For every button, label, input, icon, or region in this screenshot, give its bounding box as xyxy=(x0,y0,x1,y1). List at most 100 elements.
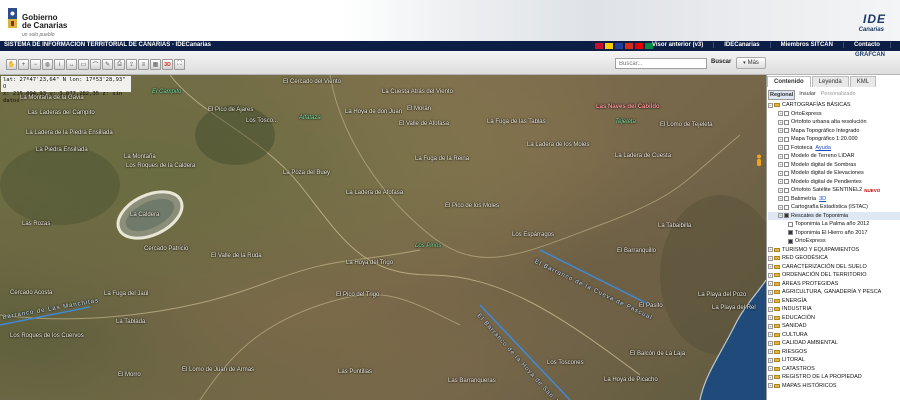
tree-folder[interactable]: + ÁREAS PROTEGIDAS xyxy=(768,280,900,289)
nav-link[interactable]: Miembros SITCAN xyxy=(769,42,843,48)
tree-layer[interactable]: + Modelo digital de Pendientes xyxy=(768,178,900,187)
tree-folder[interactable]: + CULTURA xyxy=(768,331,900,340)
pan-icon[interactable]: ✋ xyxy=(6,59,17,70)
tree-folder[interactable]: + RED GEODÉSICA xyxy=(768,254,900,263)
profile-icon[interactable]: ⌒ xyxy=(90,59,101,70)
expand-icon[interactable]: + xyxy=(778,111,783,117)
tree-link[interactable]: Ayuda xyxy=(815,145,831,151)
expand-icon[interactable]: + xyxy=(768,349,773,355)
tree-layer[interactable]: Toponimia La Palma año 2012 xyxy=(768,220,900,229)
nav-link[interactable]: Contacto xyxy=(842,42,890,48)
layer-checkbox[interactable] xyxy=(788,221,793,227)
draw-icon[interactable]: ✎ xyxy=(102,59,113,70)
print-icon[interactable]: ⎙ xyxy=(114,59,125,70)
tree-folder[interactable]: + RIESGOS xyxy=(768,348,900,357)
measure-area-icon[interactable]: ▭ xyxy=(78,59,89,70)
tree-folder[interactable]: − CARTOGRAFÍAS BÁSICAS xyxy=(768,101,900,110)
expand-icon[interactable]: + xyxy=(768,357,773,363)
expand-icon[interactable]: + xyxy=(778,145,783,151)
zoom-in-icon[interactable]: + xyxy=(18,59,29,70)
subtab-insular[interactable]: Insular xyxy=(798,90,817,100)
nav-link[interactable]: Visor anterior (v3) xyxy=(642,42,713,48)
tree-layer[interactable]: + Modelo de Terreno LIDAR xyxy=(768,152,900,161)
expand-icon[interactable]: + xyxy=(778,136,783,142)
layer-checkbox[interactable] xyxy=(788,230,793,236)
layer-checkbox[interactable] xyxy=(784,204,789,210)
expand-icon[interactable]: + xyxy=(778,187,783,193)
collapse-icon[interactable]: − xyxy=(778,213,783,219)
collapse-icon[interactable]: − xyxy=(768,102,773,108)
expand-icon[interactable]: + xyxy=(768,306,773,312)
tree-folder[interactable]: + CALIDAD AMBIENTAL xyxy=(768,339,900,348)
measure-distance-icon[interactable]: ↔ xyxy=(66,59,77,70)
tree-layer[interactable]: + Batimetría 3D xyxy=(768,195,900,204)
layer-checkbox[interactable] xyxy=(784,162,789,168)
tree-folder[interactable]: + AGRICULTURA, GANADERÍA Y PESCA xyxy=(768,288,900,297)
grid-icon[interactable]: ▦ xyxy=(150,59,161,70)
layers-icon[interactable]: ≡ xyxy=(138,59,149,70)
expand-icon[interactable]: + xyxy=(768,374,773,380)
tab-contenido[interactable]: Contenido xyxy=(767,76,811,87)
layer-checkbox[interactable] xyxy=(784,153,789,159)
tree-folder[interactable]: + ENERGÍA xyxy=(768,297,900,306)
tree-folder[interactable]: + TURISMO Y EQUIPAMIENTOS xyxy=(768,246,900,255)
tree-layer[interactable]: + OrtoExpress xyxy=(768,110,900,119)
tree-folder[interactable]: + LITORAL xyxy=(768,356,900,365)
expand-icon[interactable]: + xyxy=(778,204,783,210)
expand-icon[interactable]: + xyxy=(768,272,773,278)
tree-folder[interactable]: + INDUSTRIA xyxy=(768,305,900,314)
search-input[interactable] xyxy=(615,58,707,69)
layer-checkbox[interactable] xyxy=(784,170,789,176)
expand-icon[interactable]: + xyxy=(778,196,783,202)
expand-icon[interactable]: + xyxy=(768,366,773,372)
info-icon[interactable]: i xyxy=(54,59,65,70)
tree-layer[interactable]: + Fototeca Ayuda xyxy=(768,144,900,153)
nav-link[interactable]: IDECanarias xyxy=(713,42,769,48)
expand-icon[interactable]: + xyxy=(768,332,773,338)
idecanarias-logo[interactable]: IDE Canarias xyxy=(846,12,886,38)
expand-icon[interactable]: + xyxy=(778,119,783,125)
expand-icon[interactable]: + xyxy=(778,170,783,176)
zoom-out-icon[interactable]: − xyxy=(30,59,41,70)
view-3d-button[interactable]: 3D xyxy=(162,59,173,70)
tree-layer[interactable]: − Rescates de Toponimia xyxy=(768,211,900,220)
layer-checkbox[interactable] xyxy=(784,136,789,142)
layer-checkbox[interactable] xyxy=(784,111,789,117)
tree-layer[interactable]: + Cartografía Estadística (ISTAC) xyxy=(768,203,900,212)
subtab-personalizado[interactable]: Personalizado xyxy=(820,90,857,100)
expand-icon[interactable]: + xyxy=(778,128,783,134)
expand-icon[interactable]: + xyxy=(778,179,783,185)
expand-icon[interactable]: + xyxy=(778,162,783,168)
expand-icon[interactable]: + xyxy=(768,255,773,261)
layer-checkbox[interactable] xyxy=(784,179,789,185)
language-flag-icon[interactable] xyxy=(605,43,613,49)
language-flag-icon[interactable] xyxy=(625,43,633,49)
language-flag-icon[interactable] xyxy=(595,43,603,49)
tab-kml[interactable]: KML xyxy=(849,76,877,87)
tree-folder[interactable]: + SANIDAD xyxy=(768,322,900,331)
more-button[interactable]: ▾ Más xyxy=(736,57,766,69)
share-icon[interactable]: ⇪ xyxy=(126,59,137,70)
layer-checkbox[interactable] xyxy=(784,145,789,151)
tree-folder[interactable]: + EDUCACIÓN xyxy=(768,314,900,323)
globe-icon[interactable]: ◍ xyxy=(42,59,53,70)
tree-layer[interactable]: + Ortofoto urbana alta resolución xyxy=(768,118,900,127)
map-canvas[interactable]: lat: 27º47'23,64" N lon: 17º53'28,93" O … xyxy=(0,75,766,400)
tree-layer[interactable]: OrtoExpress xyxy=(768,237,900,246)
tree-layer[interactable]: + Mapa Topográfico 1:20.000 xyxy=(768,135,900,144)
layer-checkbox[interactable] xyxy=(784,213,789,219)
tree-folder[interactable]: + MAPAS HISTÓRICOS xyxy=(768,382,900,391)
layer-checkbox[interactable] xyxy=(784,119,789,125)
tree-layer[interactable]: Toponimia El Hierro año 2017 xyxy=(768,229,900,238)
expand-icon[interactable]: + xyxy=(768,264,773,270)
tree-folder[interactable]: + REGISTRO DE LA PROPIEDAD xyxy=(768,373,900,382)
language-flag-icon[interactable] xyxy=(615,43,623,49)
search-button[interactable]: Buscar xyxy=(711,59,731,65)
expand-icon[interactable]: + xyxy=(768,247,773,253)
tree-folder[interactable]: + ORDENACIÓN DEL TERRITORIO xyxy=(768,271,900,280)
expand-icon[interactable]: + xyxy=(768,383,773,389)
expand-icon[interactable]: + xyxy=(768,323,773,329)
fullscreen-icon[interactable]: ⛶ xyxy=(174,59,185,70)
expand-icon[interactable]: + xyxy=(778,153,783,159)
subtab-regional[interactable]: Regional xyxy=(768,90,796,100)
